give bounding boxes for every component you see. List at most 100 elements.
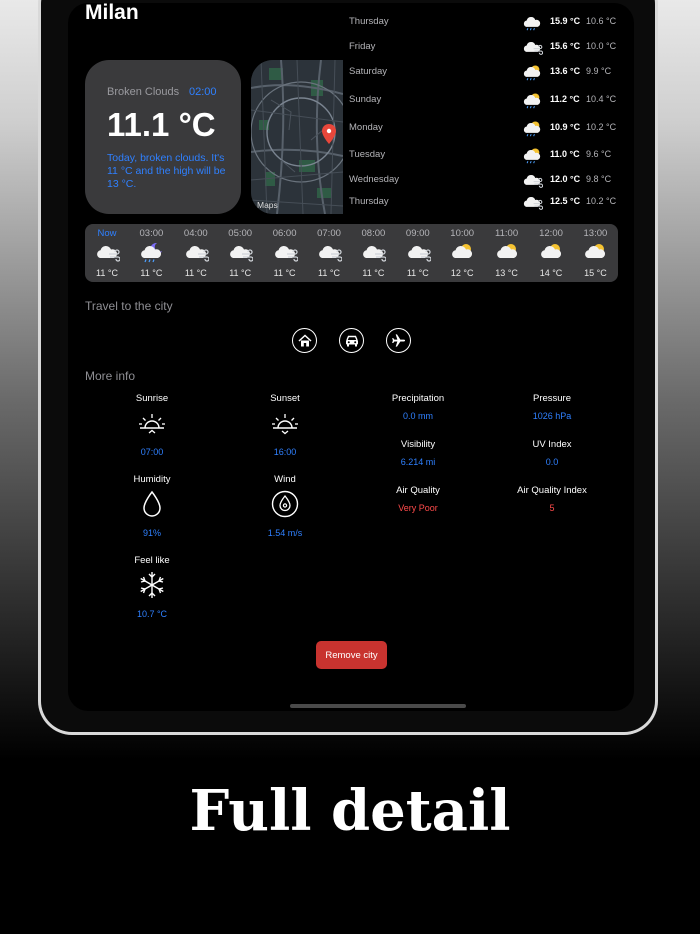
hourly-item: 10:00 12 °C bbox=[440, 224, 484, 282]
maps-attribution: Maps bbox=[257, 200, 278, 210]
more-info-title: More info bbox=[85, 369, 136, 383]
wind-label: Wind bbox=[274, 474, 296, 485]
forecast-low: 10.2 °C bbox=[586, 196, 617, 206]
plane-button[interactable] bbox=[386, 328, 411, 353]
uv-index-label: UV Index bbox=[532, 439, 572, 450]
forecast-high: 13.6 °C bbox=[550, 66, 581, 76]
cloud-rain-icon bbox=[523, 17, 541, 31]
home-button[interactable] bbox=[292, 328, 317, 353]
forecast-row: Sunday 11.2 °C 10.4 °C bbox=[349, 91, 619, 109]
weather-description: Today, broken clouds. It's 11 °C and the… bbox=[107, 152, 226, 190]
forecast-high: 15.6 °C bbox=[550, 41, 581, 51]
tablet-bezel: Milan Broken Clouds 02:00 11.1 °C Today,… bbox=[41, 0, 655, 732]
car-icon bbox=[345, 335, 358, 346]
forecast-day: Friday bbox=[349, 41, 376, 52]
forecast-high: 10.9 °C bbox=[550, 122, 581, 132]
precipitation-label: Precipitation bbox=[391, 393, 445, 404]
forecast-high: 12.0 °C bbox=[550, 174, 581, 184]
hourly-time: 07:00 bbox=[317, 228, 341, 239]
hourly-item: 04:00 11 °C bbox=[174, 224, 218, 282]
hourly-item: 13:00 15 °C bbox=[573, 224, 617, 282]
snowflake-icon bbox=[140, 572, 164, 598]
hourly-item: Now 11 °C bbox=[85, 224, 129, 282]
feel-like-info: Feel like 10.7 °C bbox=[92, 555, 212, 619]
forecast-row: Thursday 12.5 °C 10.2 °C bbox=[349, 193, 619, 211]
hourly-forecast[interactable]: Now 11 °C 03:00 11 °C 04:00 11 °C 05:00 11 °C 06… bbox=[85, 224, 618, 282]
visibility-info: Visibility 6.214 mi bbox=[358, 439, 478, 467]
app-screen: Milan Broken Clouds 02:00 11.1 °C Today,… bbox=[68, 3, 634, 711]
cloud-wind-icon bbox=[185, 245, 209, 262]
pressure-value: 1026 hPa bbox=[532, 411, 572, 421]
current-temperature: 11.1 °C bbox=[107, 106, 216, 143]
city-title: Milan bbox=[85, 3, 139, 24]
forecast-day: Monday bbox=[349, 122, 383, 133]
forecast-day: Saturday bbox=[349, 66, 388, 77]
cloud-wind-icon bbox=[523, 197, 543, 210]
sunrise-icon bbox=[139, 414, 165, 434]
wind-value: 1.54 m/s bbox=[267, 528, 303, 538]
cloud-wind-icon bbox=[230, 245, 254, 262]
hourly-time: 09:00 bbox=[405, 228, 430, 239]
hourly-item: 09:00 11 °C bbox=[396, 224, 440, 282]
hourly-item: 12:00 14 °C bbox=[529, 224, 573, 282]
hourly-item: 08:00 11 °C bbox=[351, 224, 395, 282]
hourly-temp: 11 °C bbox=[184, 268, 207, 278]
forecast-day: Sunday bbox=[349, 94, 382, 105]
forecast-high: 11.2 °C bbox=[550, 94, 580, 104]
forecast-low: 9.9 °C bbox=[586, 66, 612, 76]
forecast-day: Thursday bbox=[349, 16, 389, 27]
forecast-low: 10.6 °C bbox=[586, 16, 617, 26]
hourly-item: 06:00 11 °C bbox=[263, 224, 307, 282]
precipitation-info: Precipitation 0.0 mm bbox=[358, 393, 478, 421]
travel-title: Travel to the city bbox=[85, 299, 173, 313]
sunset-label: Sunset bbox=[270, 393, 300, 404]
forecast-row: Thursday 15.9 °C 10.6 °C bbox=[349, 13, 619, 31]
hourly-temp: 15 °C bbox=[584, 268, 607, 278]
pressure-info: Pressure 1026 hPa bbox=[492, 393, 612, 421]
forecast-low: 9.6 °C bbox=[586, 149, 612, 159]
uv-index-info: UV Index 0.0 bbox=[492, 439, 612, 467]
forecast-high: 15.9 °C bbox=[550, 16, 581, 26]
hourly-time: 04:00 bbox=[183, 228, 208, 239]
feel-like-label: Feel like bbox=[134, 555, 170, 566]
hourly-item: 03:00 11 °C bbox=[129, 224, 173, 282]
airplane-icon bbox=[392, 334, 406, 347]
home-indicator bbox=[290, 704, 466, 708]
hourly-temp: 12 °C bbox=[450, 268, 474, 278]
cloud-sun-icon bbox=[452, 244, 473, 258]
sunset-value: 16:00 bbox=[273, 447, 297, 457]
hourly-temp: 14 °C bbox=[539, 268, 563, 278]
hourly-temp: 13 °C bbox=[495, 268, 518, 278]
forecast-row: Saturday 13.6 °C 9.9 °C bbox=[349, 63, 619, 81]
hourly-time: Now bbox=[97, 228, 117, 239]
hourly-temp: 11 °C bbox=[140, 268, 163, 278]
forecast-row: Friday 15.6 °C 10.0 °C bbox=[349, 38, 619, 56]
hourly-time: 05:00 bbox=[228, 228, 253, 239]
wind-compass-icon bbox=[271, 490, 299, 518]
hourly-time: 12:00 bbox=[539, 228, 563, 239]
tablet-frame: Milan Broken Clouds 02:00 11.1 °C Today,… bbox=[38, 0, 658, 735]
visibility-value: 6.214 mi bbox=[400, 457, 436, 467]
hourly-item: 07:00 11 °C bbox=[307, 224, 351, 282]
air-quality-index-label: Air Quality Index bbox=[517, 485, 587, 496]
city-map[interactable]: Maps bbox=[251, 60, 343, 214]
forecast-low: 9.8 °C bbox=[586, 174, 612, 184]
remove-city-button[interactable]: Remove city bbox=[316, 641, 387, 669]
cloud-rain-sun-icon bbox=[523, 148, 541, 164]
hourly-time: 13:00 bbox=[583, 228, 608, 239]
sunset-info: Sunset 16:00 bbox=[225, 393, 345, 457]
cloud-rain-sun-icon bbox=[523, 65, 541, 81]
cloud-sun-icon bbox=[541, 244, 562, 258]
hourly-temp: 11 °C bbox=[229, 268, 252, 278]
sunset-icon bbox=[272, 414, 298, 435]
forecast-day: Thursday bbox=[349, 196, 389, 207]
cloud-moon-rain-icon bbox=[141, 242, 163, 263]
cloud-rain-sun-icon bbox=[523, 121, 541, 137]
current-time: 02:00 bbox=[189, 86, 217, 98]
uv-index-value: 0.0 bbox=[545, 457, 559, 467]
cloud-sun-icon bbox=[585, 244, 606, 258]
car-button[interactable] bbox=[339, 328, 364, 353]
cloud-wind-icon bbox=[274, 245, 298, 262]
visibility-label: Visibility bbox=[400, 439, 436, 450]
hourly-time: 08:00 bbox=[361, 228, 386, 239]
